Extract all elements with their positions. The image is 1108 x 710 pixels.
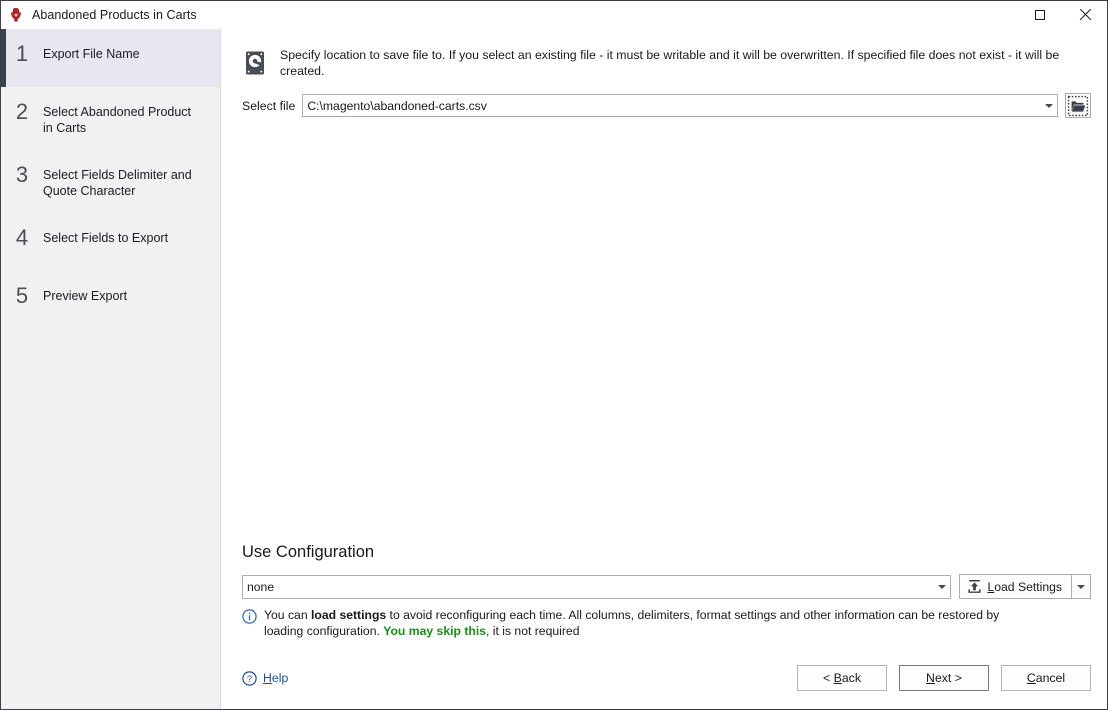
- step-number: 2: [15, 99, 29, 124]
- select-file-row: Select file C:\magento\abandoned-carts.c…: [221, 79, 1107, 118]
- sidebar-step-select-fields-to-export[interactable]: 4 Select Fields to Export: [1, 213, 220, 271]
- help-circle-icon: ?: [242, 670, 257, 686]
- cancel-label-rest: ancel: [1035, 671, 1066, 685]
- help-link[interactable]: ? Help: [242, 670, 288, 686]
- info-part3: , it is not required: [485, 623, 580, 638]
- sprocket-icon: [8, 7, 24, 23]
- info-part1: You can: [264, 608, 311, 622]
- upload-icon: [967, 579, 982, 594]
- sidebar-step-export-file-name[interactable]: 1 Export File Name: [1, 29, 220, 87]
- configuration-value[interactable]: none: [243, 580, 933, 594]
- window-title: Abandoned Products in Carts: [32, 7, 197, 22]
- next-label-rest: ext >: [934, 671, 962, 685]
- title-bar: Abandoned Products in Carts: [1, 1, 1107, 29]
- next-mnemonic: N: [926, 671, 935, 685]
- use-configuration-heading: Use Configuration: [242, 543, 375, 561]
- window-controls: [1017, 1, 1107, 29]
- select-file-label: Select file: [242, 98, 296, 113]
- dialog-footer: ? Help < Back Next > Cancel: [221, 639, 1107, 709]
- cancel-mnemonic: C: [1026, 671, 1036, 685]
- step-label: Export File Name: [43, 47, 140, 61]
- next-label: Next >: [926, 671, 962, 685]
- maximize-icon: [1034, 10, 1045, 20]
- next-button[interactable]: Next >: [899, 665, 989, 691]
- info-bold-load-settings: load settings: [311, 608, 387, 622]
- load-settings-button[interactable]: Load Settings: [959, 574, 1072, 599]
- help-mnemonic: H: [263, 671, 272, 685]
- select-file-value[interactable]: C:\magento\abandoned-carts.csv: [303, 99, 1040, 113]
- svg-text:?: ?: [247, 674, 252, 684]
- help-label: Help: [263, 671, 288, 685]
- back-prefix: <: [823, 671, 834, 685]
- step-label: Select Fields Delimiter and Quote Charac…: [43, 168, 192, 198]
- dialog-body: 1 Export File Name 2 Select Abandoned Pr…: [1, 29, 1107, 709]
- dialog-window: Abandoned Products in Carts 1 Export Fil…: [0, 0, 1108, 710]
- instruction-banner: Specify location to save file to. If you…: [221, 29, 1107, 79]
- load-settings-dropdown-button[interactable]: [1072, 574, 1091, 599]
- wizard-step-sidebar: 1 Export File Name 2 Select Abandoned Pr…: [1, 29, 221, 709]
- back-mnemonic: B: [833, 671, 842, 685]
- step-number: 4: [15, 225, 29, 250]
- back-label: < Back: [823, 671, 861, 685]
- maximize-button[interactable]: [1017, 1, 1062, 29]
- use-configuration-section: Use Configuration none Load Settings: [221, 543, 1107, 599]
- instruction-text: Specify location to save file to. If you…: [280, 48, 1060, 78]
- hard-drive-icon: [242, 50, 268, 76]
- cancel-button[interactable]: Cancel: [1001, 665, 1091, 691]
- chevron-down-icon[interactable]: [933, 576, 950, 597]
- select-file-combobox[interactable]: C:\magento\abandoned-carts.csv: [302, 94, 1058, 117]
- browse-file-button[interactable]: [1065, 93, 1091, 118]
- load-settings-split-button: Load Settings: [959, 574, 1091, 599]
- folder-open-icon: [1067, 95, 1089, 116]
- step-number: 1: [15, 41, 29, 66]
- main-pane: Specify location to save file to. If you…: [221, 29, 1107, 709]
- step-number: 3: [15, 162, 29, 187]
- chevron-down-icon[interactable]: [1040, 95, 1057, 116]
- back-button[interactable]: < Back: [797, 665, 887, 691]
- help-label-rest: elp: [271, 671, 289, 685]
- sidebar-step-fields-delimiter[interactable]: 3 Select Fields Delimiter and Quote Char…: [1, 150, 220, 213]
- back-label-rest: ack: [841, 671, 861, 685]
- use-configuration-row: none Load Settings: [242, 574, 1091, 599]
- cancel-label: Cancel: [1027, 671, 1065, 685]
- configuration-combobox[interactable]: none: [242, 574, 952, 599]
- info-icon: [242, 609, 257, 624]
- close-button[interactable]: [1062, 1, 1107, 29]
- load-settings-label: Load Settings: [987, 580, 1062, 594]
- close-icon: [1079, 9, 1091, 21]
- load-settings-label-rest: oad Settings: [994, 579, 1062, 594]
- info-note-text: You can load settings to avoid reconfigu…: [264, 608, 1039, 639]
- sidebar-step-preview-export[interactable]: 5 Preview Export: [1, 271, 220, 329]
- step-label: Select Abandoned Product in Carts: [43, 105, 192, 135]
- chevron-down-icon: [1077, 584, 1085, 589]
- step-number: 5: [15, 283, 29, 308]
- info-note: You can load settings to avoid reconfigu…: [221, 599, 1107, 639]
- sidebar-step-select-abandoned-product[interactable]: 2 Select Abandoned Product in Carts: [1, 87, 220, 150]
- step-label: Select Fields to Export: [43, 231, 169, 245]
- step-label: Preview Export: [43, 289, 128, 303]
- info-skip-highlight: You may skip this: [383, 623, 486, 638]
